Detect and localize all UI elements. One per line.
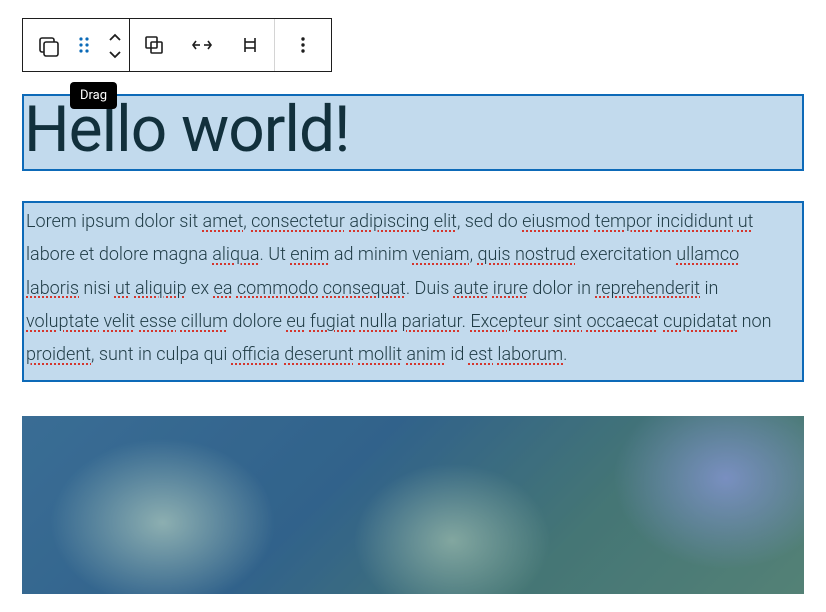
selection-overlay — [22, 416, 804, 594]
block-movers — [101, 29, 129, 61]
spellcheck-word: aliquip — [135, 278, 187, 299]
spellcheck-word: est — [469, 344, 493, 365]
toolbar-group-more — [275, 19, 331, 71]
heading-text[interactable]: Hello world! — [24, 96, 802, 163]
spellcheck-word: aute — [454, 278, 489, 299]
spellcheck-word: tempor — [595, 211, 652, 232]
spellcheck-word: pariatur — [402, 311, 462, 332]
drag-handle[interactable] — [71, 19, 101, 71]
spellcheck-word: proident — [26, 344, 91, 365]
toolbar-group-align — [130, 19, 275, 71]
stack-icon — [238, 33, 262, 57]
spellcheck-word: eiusmod — [522, 211, 590, 232]
spellcheck-word: consectetur — [251, 211, 345, 232]
more-vertical-icon — [293, 35, 313, 55]
group-icon — [142, 33, 166, 57]
block-toolbar — [22, 18, 332, 72]
spellcheck-word: elit — [434, 211, 457, 232]
spellcheck-word: incididunt — [657, 211, 734, 232]
spellcheck-word: sint — [553, 311, 582, 332]
row-button[interactable] — [178, 19, 226, 71]
spellcheck-word: reprehenderit — [595, 278, 700, 299]
block-type-button[interactable] — [23, 19, 71, 71]
spellcheck-word: esse — [140, 311, 177, 332]
paragraph-text[interactable]: Lorem ipsum dolor sit amet, consectetur … — [26, 211, 772, 365]
spellcheck-word: quis — [477, 244, 510, 265]
spellcheck-word: ut — [115, 278, 131, 299]
drag-icon — [78, 36, 94, 54]
spellcheck-word: enim — [290, 244, 329, 265]
tooltip-text: Drag — [80, 88, 107, 103]
spellcheck-word: anim — [406, 344, 446, 365]
row-icon — [190, 33, 214, 57]
spellcheck-word: commodo — [237, 278, 318, 299]
spellcheck-word: adipiscing — [349, 211, 429, 232]
paragraph-block[interactable]: Lorem ipsum dolor sit amet, consectetur … — [22, 201, 804, 381]
chevron-down-icon — [107, 44, 123, 63]
stack-button[interactable] — [226, 19, 274, 71]
spellcheck-word: ullamco — [676, 244, 739, 265]
heading-block[interactable]: Hello world! — [22, 94, 804, 171]
spellcheck-word: velit — [103, 311, 135, 332]
spellcheck-word: irure — [493, 278, 528, 299]
spellcheck-word: nulla — [360, 311, 398, 332]
spellcheck-word: laboris — [26, 278, 79, 299]
move-down-button[interactable] — [107, 45, 123, 61]
more-options-button[interactable] — [275, 19, 331, 71]
spellcheck-word: occaecat — [586, 311, 658, 332]
spellcheck-word: ut — [738, 211, 754, 232]
spellcheck-word: cupidatat — [663, 311, 737, 332]
drag-tooltip: Drag — [70, 82, 117, 109]
spellcheck-word: cillum — [181, 311, 228, 332]
copy-block-icon — [35, 33, 59, 57]
image-block[interactable] — [22, 416, 804, 594]
spellcheck-word: Excepteur — [470, 311, 548, 332]
spellcheck-word: amet — [203, 211, 244, 232]
spellcheck-word: aliqua — [212, 244, 259, 265]
spellcheck-word: officia — [232, 344, 280, 365]
group-button[interactable] — [130, 19, 178, 71]
spellcheck-word: voluptate — [26, 311, 99, 332]
spellcheck-word: eu — [286, 311, 305, 332]
spellcheck-word: mollit — [358, 344, 402, 365]
spellcheck-word: fugiat — [310, 311, 355, 332]
spellcheck-word: nostrud — [515, 244, 576, 265]
toolbar-group-block — [23, 19, 130, 71]
spellcheck-word: veniam — [412, 244, 469, 265]
spellcheck-word: laborum — [497, 344, 563, 365]
spellcheck-word: deserunt — [284, 344, 353, 365]
spellcheck-word: consequat — [323, 278, 406, 299]
spellcheck-word: ea — [214, 278, 233, 299]
